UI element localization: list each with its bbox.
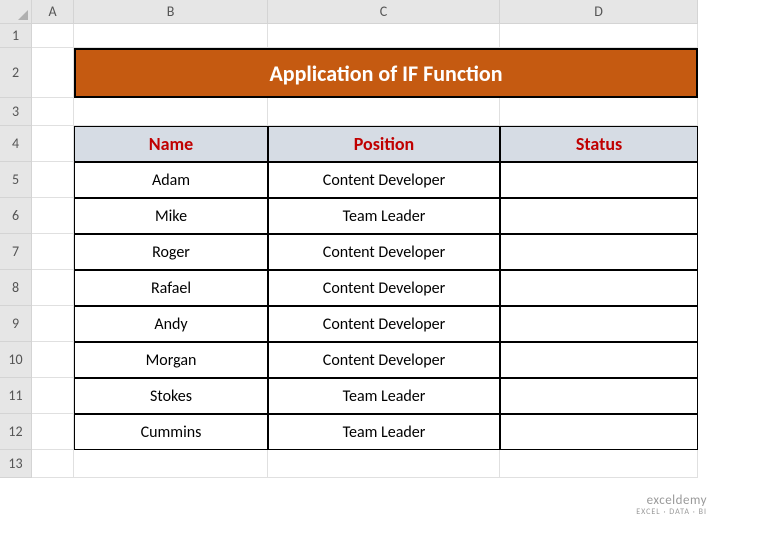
cell-name-12[interactable]: Cummins [74, 414, 268, 450]
cell-A10[interactable] [32, 342, 74, 378]
cell-status-10[interactable] [500, 342, 698, 378]
cell-D3[interactable] [500, 98, 698, 126]
cell-A12[interactable] [32, 414, 74, 450]
col-header-B[interactable]: B [74, 0, 268, 24]
cell-A2[interactable] [32, 48, 74, 98]
row-header-7[interactable]: 7 [0, 234, 32, 270]
cell-name-10[interactable]: Morgan [74, 342, 268, 378]
cell-position-6[interactable]: Team Leader [268, 198, 500, 234]
watermark-sub: EXCEL · DATA · BI [636, 508, 707, 517]
row-header-3[interactable]: 3 [0, 98, 32, 126]
cell-name-9[interactable]: Andy [74, 306, 268, 342]
title-cell[interactable]: Application of IF Function [74, 48, 698, 98]
header-position[interactable]: Position [268, 126, 500, 162]
col-header-D[interactable]: D [500, 0, 698, 24]
col-header-C[interactable]: C [268, 0, 500, 24]
cell-position-5[interactable]: Content Developer [268, 162, 500, 198]
col-header-A[interactable]: A [32, 0, 74, 24]
cell-status-6[interactable] [500, 198, 698, 234]
cell-C3[interactable] [268, 98, 500, 126]
row-header-8[interactable]: 8 [0, 270, 32, 306]
cell-A5[interactable] [32, 162, 74, 198]
cell-position-8[interactable]: Content Developer [268, 270, 500, 306]
watermark: exceldemy EXCEL · DATA · BI [636, 494, 707, 517]
cell-A13[interactable] [32, 450, 74, 478]
cell-status-12[interactable] [500, 414, 698, 450]
cell-position-9[interactable]: Content Developer [268, 306, 500, 342]
cell-A4[interactable] [32, 126, 74, 162]
cell-status-11[interactable] [500, 378, 698, 414]
cell-A6[interactable] [32, 198, 74, 234]
cell-status-5[interactable] [500, 162, 698, 198]
cell-B13[interactable] [74, 450, 268, 478]
cell-name-6[interactable]: Mike [74, 198, 268, 234]
cell-B1[interactable] [74, 24, 268, 48]
cell-status-8[interactable] [500, 270, 698, 306]
row-header-4[interactable]: 4 [0, 126, 32, 162]
cell-B3[interactable] [74, 98, 268, 126]
cell-A3[interactable] [32, 98, 74, 126]
cell-A11[interactable] [32, 378, 74, 414]
row-header-9[interactable]: 9 [0, 306, 32, 342]
cell-C1[interactable] [268, 24, 500, 48]
cell-name-5[interactable]: Adam [74, 162, 268, 198]
row-header-6[interactable]: 6 [0, 198, 32, 234]
cell-position-12[interactable]: Team Leader [268, 414, 500, 450]
row-header-2[interactable]: 2 [0, 48, 32, 98]
cell-status-9[interactable] [500, 306, 698, 342]
row-header-11[interactable]: 11 [0, 378, 32, 414]
row-header-13[interactable]: 13 [0, 450, 32, 478]
row-header-10[interactable]: 10 [0, 342, 32, 378]
watermark-main: exceldemy [636, 494, 707, 508]
cell-C13[interactable] [268, 450, 500, 478]
cell-D1[interactable] [500, 24, 698, 48]
row-header-1[interactable]: 1 [0, 24, 32, 48]
cell-D13[interactable] [500, 450, 698, 478]
cell-position-10[interactable]: Content Developer [268, 342, 500, 378]
header-status[interactable]: Status [500, 126, 698, 162]
cell-position-11[interactable]: Team Leader [268, 378, 500, 414]
row-header-5[interactable]: 5 [0, 162, 32, 198]
select-all-corner[interactable] [0, 0, 32, 24]
cell-name-7[interactable]: Roger [74, 234, 268, 270]
row-header-12[interactable]: 12 [0, 414, 32, 450]
cell-position-7[interactable]: Content Developer [268, 234, 500, 270]
cell-status-7[interactable] [500, 234, 698, 270]
cell-name-11[interactable]: Stokes [74, 378, 268, 414]
cell-A8[interactable] [32, 270, 74, 306]
cell-A7[interactable] [32, 234, 74, 270]
cell-A1[interactable] [32, 24, 74, 48]
cell-A9[interactable] [32, 306, 74, 342]
spreadsheet-grid: A B C D 1 2 Application of IF Function 3… [0, 0, 767, 478]
header-name[interactable]: Name [74, 126, 268, 162]
cell-name-8[interactable]: Rafael [74, 270, 268, 306]
